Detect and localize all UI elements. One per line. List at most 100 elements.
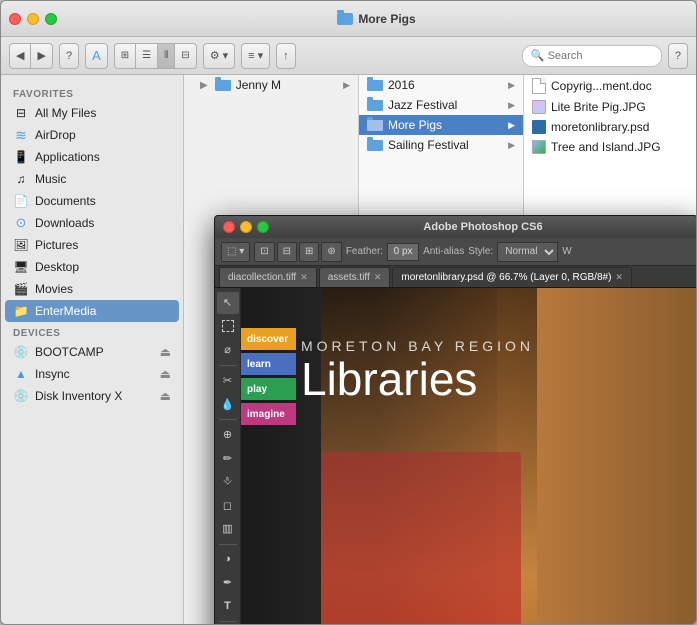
ps-tool-divider-1 — [219, 365, 237, 366]
col2-item-label: Jazz Festival — [388, 98, 457, 112]
ps-tool-crop[interactable]: ✂ — [217, 370, 239, 392]
insync-icon: ▲ — [13, 366, 29, 382]
view-coverflow-button[interactable]: ⊟ — [174, 43, 196, 69]
tree-island-img-icon — [532, 140, 546, 154]
lib-bar-play: play — [241, 378, 296, 400]
sailing-folder-icon — [367, 140, 383, 151]
arrange-button[interactable]: ≡ ▾ — [241, 43, 270, 69]
sidebar-item-all-my-files[interactable]: ⊟ All My Files — [1, 102, 183, 124]
ps-tool-pointer[interactable]: ↖ — [217, 292, 239, 314]
col2-more-pigs[interactable]: More Pigs ▶ — [359, 115, 523, 135]
col3-item-label: Lite Brite Pig.JPG — [551, 100, 646, 114]
ps-transform-btn-1[interactable]: ⊡ — [254, 242, 274, 262]
action-button[interactable]: ⚙ ▾ — [203, 43, 235, 69]
ps-transform-btn-2[interactable]: ⊟ — [277, 242, 297, 262]
maximize-button[interactable] — [45, 13, 57, 25]
minimize-button[interactable] — [27, 13, 39, 25]
ps-tab-assets[interactable]: assets.tiff ✕ — [319, 267, 391, 287]
sidebar-item-label: Disk Inventory X — [35, 389, 122, 403]
window-title: More Pigs — [358, 12, 415, 26]
col1-jenny-m[interactable]: ▶ Jenny M ▶ — [184, 75, 358, 95]
ps-tab-close-diacollection[interactable]: ✕ — [300, 272, 308, 283]
lite-brite-img-icon — [532, 100, 546, 114]
sidebar-item-insync[interactable]: ▲ Insync ⏏ — [1, 363, 183, 385]
lib-bar-discover: discover — [241, 328, 296, 350]
forward-icon: ▶ — [37, 49, 45, 62]
view-column-button[interactable]: ⫴ — [157, 43, 174, 69]
sidebar-item-entermedia[interactable]: 📁 EnterMedia — [5, 300, 179, 322]
eject-icon-bootcamp[interactable]: ⏏ — [160, 345, 171, 359]
col2-2016[interactable]: 2016 ▶ — [359, 75, 523, 95]
airdrop-button[interactable]: A — [85, 43, 108, 69]
ps-transform-btn-4[interactable]: ⊛ — [321, 242, 341, 262]
col3-tree-island[interactable]: Tree and Island.JPG — [524, 137, 696, 157]
help-button-right[interactable]: ? — [668, 43, 688, 69]
search-input[interactable] — [548, 50, 653, 62]
ps-minimize-button[interactable] — [240, 221, 252, 233]
ps-style-select[interactable]: Normal — [497, 242, 558, 262]
ps-tab-label: moretonlibrary.psd @ 66.7% (Layer 0, RGB… — [401, 272, 611, 283]
jazz-folder-icon — [367, 100, 383, 111]
share-icon: ↑ — [283, 50, 289, 62]
ps-tab-close-assets[interactable]: ✕ — [374, 272, 382, 283]
col2-jazz-festival[interactable]: Jazz Festival ▶ — [359, 95, 523, 115]
ps-tool-pen[interactable]: ✒ — [217, 572, 239, 594]
sidebar-item-label: Documents — [35, 194, 96, 208]
jazz-arrow: ▶ — [508, 100, 515, 111]
view-buttons: ⊞ ☰ ⫴ ⊟ — [114, 43, 197, 69]
copyright-file-icon — [532, 78, 546, 94]
col3-copyright[interactable]: Copyrig...ment.doc — [524, 75, 696, 97]
ps-crop-icon: ✂ — [223, 374, 232, 387]
ps-tool-heal[interactable]: ⊕ — [217, 424, 239, 446]
col2-item-label: Sailing Festival — [388, 138, 469, 152]
sidebar-item-movies[interactable]: 🎬 Movies — [1, 278, 183, 300]
ps-transform-btn-3[interactable]: ⊞ — [299, 242, 319, 262]
ps-tab-diacollection[interactable]: diacollection.tiff ✕ — [219, 267, 317, 287]
eject-icon-disk[interactable]: ⏏ — [160, 389, 171, 403]
view-icon-button[interactable]: ⊞ — [114, 43, 135, 69]
forward-button[interactable]: ▶ — [30, 43, 52, 69]
sidebar-item-desktop[interactable]: 🖥 Desktop — [1, 256, 183, 278]
ps-tool-dodge[interactable]: ◑ — [217, 549, 239, 571]
ps-pen-icon: ✒ — [223, 576, 232, 589]
ps-lasso-icon: ⌀ — [224, 343, 231, 356]
ps-tab-moretonlibrary[interactable]: moretonlibrary.psd @ 66.7% (Layer 0, RGB… — [392, 267, 632, 287]
sidebar-item-documents[interactable]: 📄 Documents — [1, 190, 183, 212]
help-button[interactable]: ? — [59, 43, 79, 69]
back-button[interactable]: ◀ — [9, 43, 30, 69]
ps-tool-divider-3 — [219, 544, 237, 545]
sidebar-item-downloads[interactable]: ⊙ Downloads — [1, 212, 183, 234]
sidebar-item-bootcamp[interactable]: 💿 BOOTCAMP ⏏ — [1, 341, 183, 363]
ps-feather-label: Feather: — [346, 246, 383, 257]
sidebar-item-music[interactable]: ♫ Music — [1, 168, 183, 190]
sidebar-item-applications[interactable]: 📱 Applications — [1, 146, 183, 168]
ps-marquee-btn[interactable]: ⬚ ▾ — [221, 242, 250, 262]
share-button[interactable]: ↑ — [276, 43, 296, 69]
ps-tool-eyedropper[interactable]: 💧 — [217, 393, 239, 415]
all-my-files-icon: ⊟ — [13, 105, 29, 121]
ps-tool-eraser[interactable]: ◻ — [217, 494, 239, 516]
ps-tool-type[interactable]: T — [217, 596, 239, 618]
ps-tool-lasso[interactable]: ⌀ — [217, 339, 239, 361]
sidebar-item-airdrop[interactable]: ≋ AirDrop — [1, 124, 183, 146]
col2-item-label: More Pigs — [388, 118, 442, 132]
sidebar-item-pictures[interactable]: 🖼 Pictures — [1, 234, 183, 256]
sidebar-item-disk-inventory[interactable]: 💿 Disk Inventory X ⏏ — [1, 385, 183, 407]
view-list-button[interactable]: ☰ — [135, 43, 157, 69]
ps-feather-input[interactable] — [387, 243, 419, 261]
close-button[interactable] — [9, 13, 21, 25]
ps-tool-marquee[interactable] — [217, 316, 239, 338]
ps-eraser-icon: ◻ — [223, 499, 232, 512]
ps-tab-close-moreton[interactable]: ✕ — [615, 272, 623, 283]
search-box[interactable]: 🔍 — [522, 45, 662, 67]
ps-tool-brush[interactable]: ✏ — [217, 447, 239, 469]
ps-tool-stamp[interactable]: ⎀ — [217, 471, 239, 493]
col3-moreton-library[interactable]: moretonlibrary.psd — [524, 117, 696, 137]
ps-close-button[interactable] — [223, 221, 235, 233]
library-image: discover learn play imagine — [241, 288, 696, 624]
col2-sailing-festival[interactable]: Sailing Festival ▶ — [359, 135, 523, 155]
ps-tool-gradient[interactable]: ▥ — [217, 518, 239, 540]
eject-icon-insync[interactable]: ⏏ — [160, 367, 171, 381]
col3-lite-brite[interactable]: Lite Brite Pig.JPG — [524, 97, 696, 117]
ps-maximize-button[interactable] — [257, 221, 269, 233]
